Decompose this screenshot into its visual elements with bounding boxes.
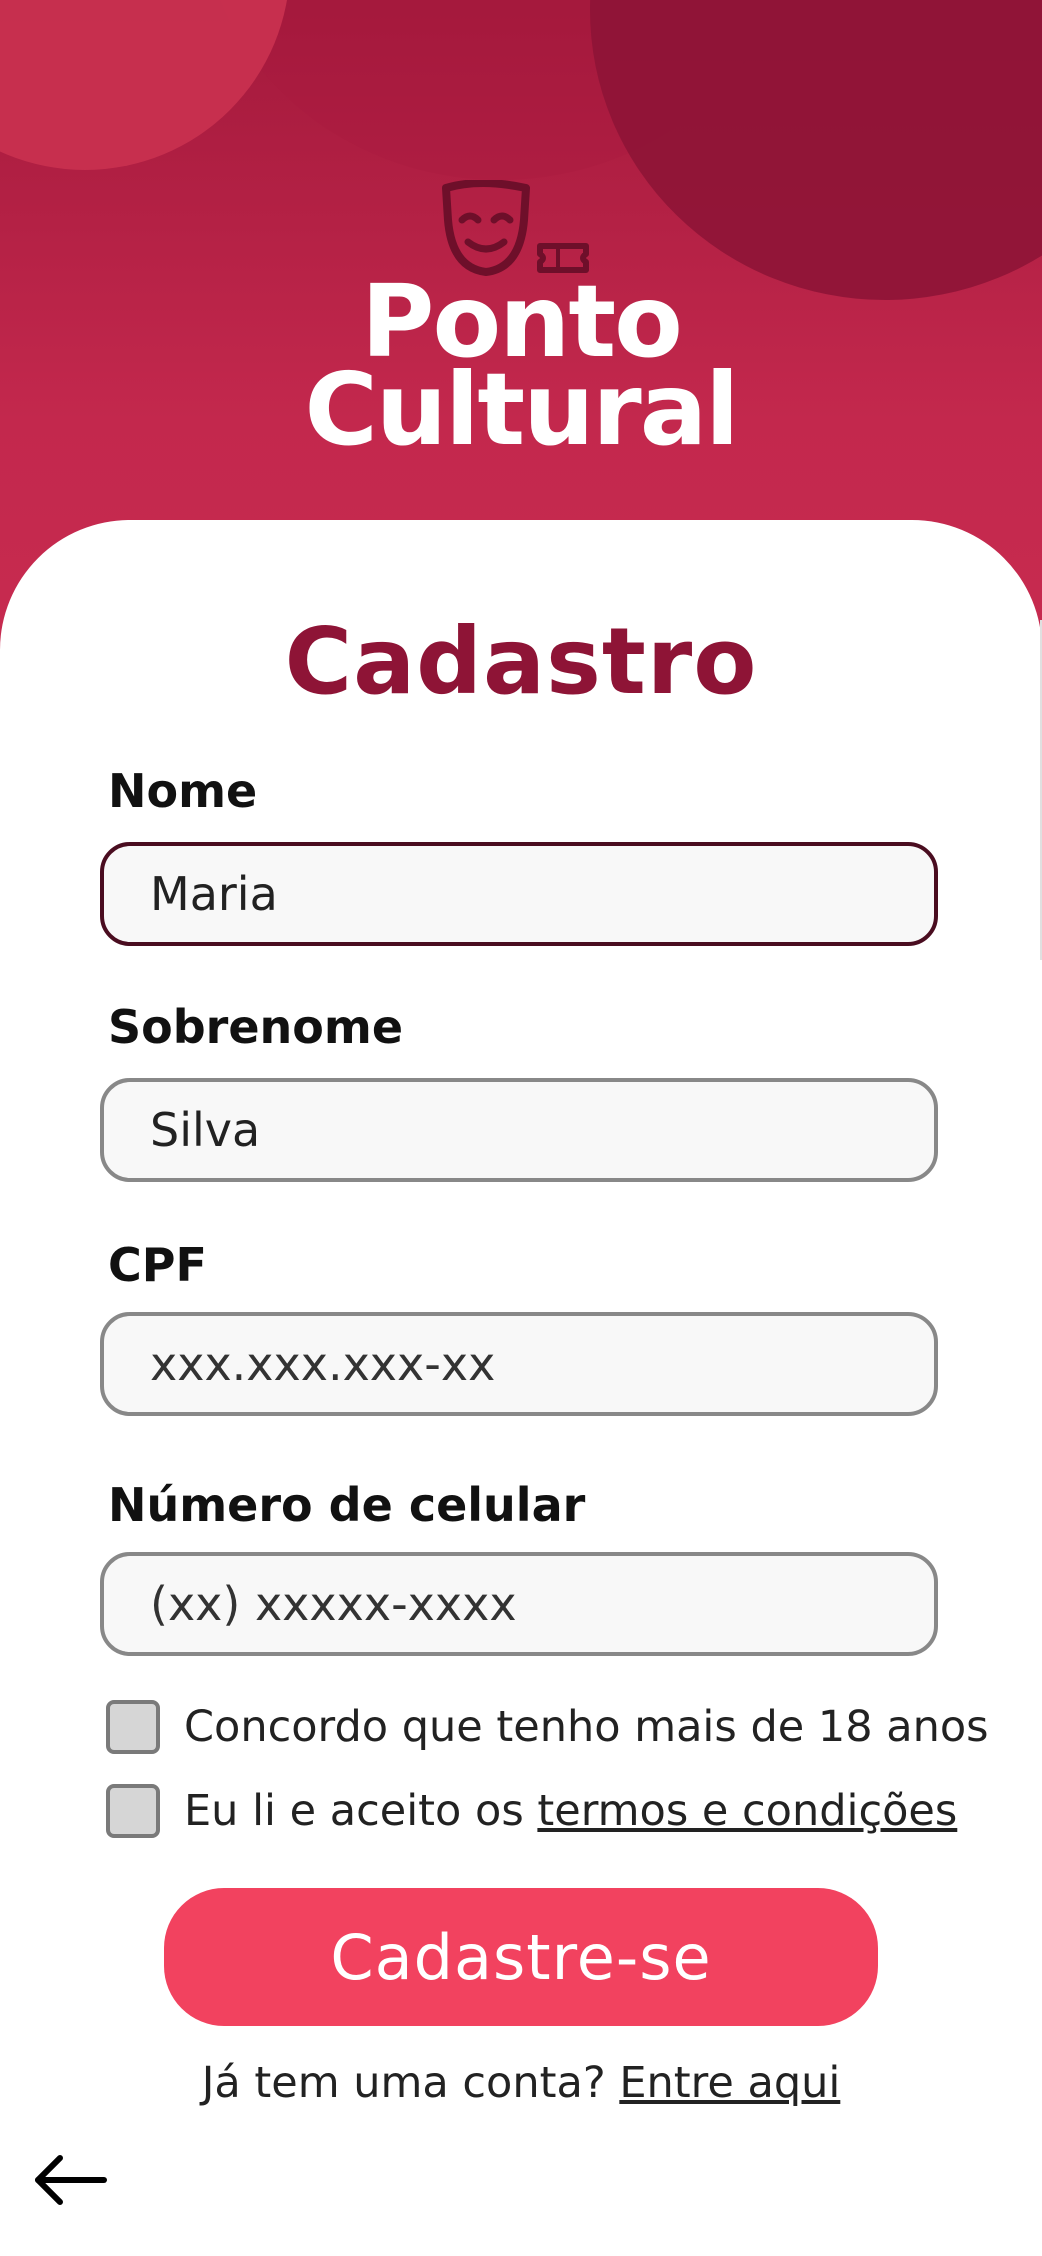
age-checkbox-label: Concordo que tenho mais de 18 anos (184, 1702, 989, 1752)
terms-checkbox-label: Eu li e aceito os (184, 1786, 538, 1836)
cpf-input[interactable]: xxx.xxx.xxx-xx (100, 1312, 938, 1416)
terms-checkbox-row[interactable]: Eu li e aceito os termos e condições (106, 1784, 957, 1838)
decorative-circle (590, 0, 1042, 300)
login-link[interactable]: Entre aqui (619, 2058, 840, 2108)
sobrenome-input[interactable]: Silva (100, 1078, 938, 1182)
cpf-input-placeholder: xxx.xxx.xxx-xx (150, 1337, 496, 1391)
register-button[interactable]: Cadastre-se (164, 1888, 878, 2026)
login-prompt-row: Já tem uma conta? Entre aqui (0, 2058, 1042, 2108)
sobrenome-input-value: Silva (150, 1103, 261, 1157)
app-name-line2: Cultural (304, 351, 740, 468)
sobrenome-label: Sobrenome (108, 1000, 404, 1054)
nome-label: Nome (108, 764, 258, 818)
nome-input-value: Maria (150, 867, 278, 921)
app-logo-text: Ponto Cultural (0, 272, 1042, 468)
age-checkbox[interactable] (106, 1700, 160, 1754)
login-prompt-text: Já tem uma conta? (201, 2058, 620, 2108)
page-title: Cadastro (284, 608, 758, 715)
celular-input[interactable]: (xx) xxxxx-xxxx (100, 1552, 938, 1656)
terms-checkbox[interactable] (106, 1784, 160, 1838)
arrow-left-icon[interactable] (30, 2150, 110, 2210)
decorative-circle (0, 0, 290, 170)
terms-link[interactable]: termos e condições (537, 1786, 957, 1836)
celular-input-placeholder: (xx) xxxxx-xxxx (150, 1577, 517, 1631)
age-checkbox-row[interactable]: Concordo que tenho mais de 18 anos (106, 1700, 989, 1754)
cpf-label: CPF (108, 1238, 207, 1292)
nome-input[interactable]: Maria (100, 842, 938, 946)
celular-label: Número de celular (108, 1478, 586, 1532)
